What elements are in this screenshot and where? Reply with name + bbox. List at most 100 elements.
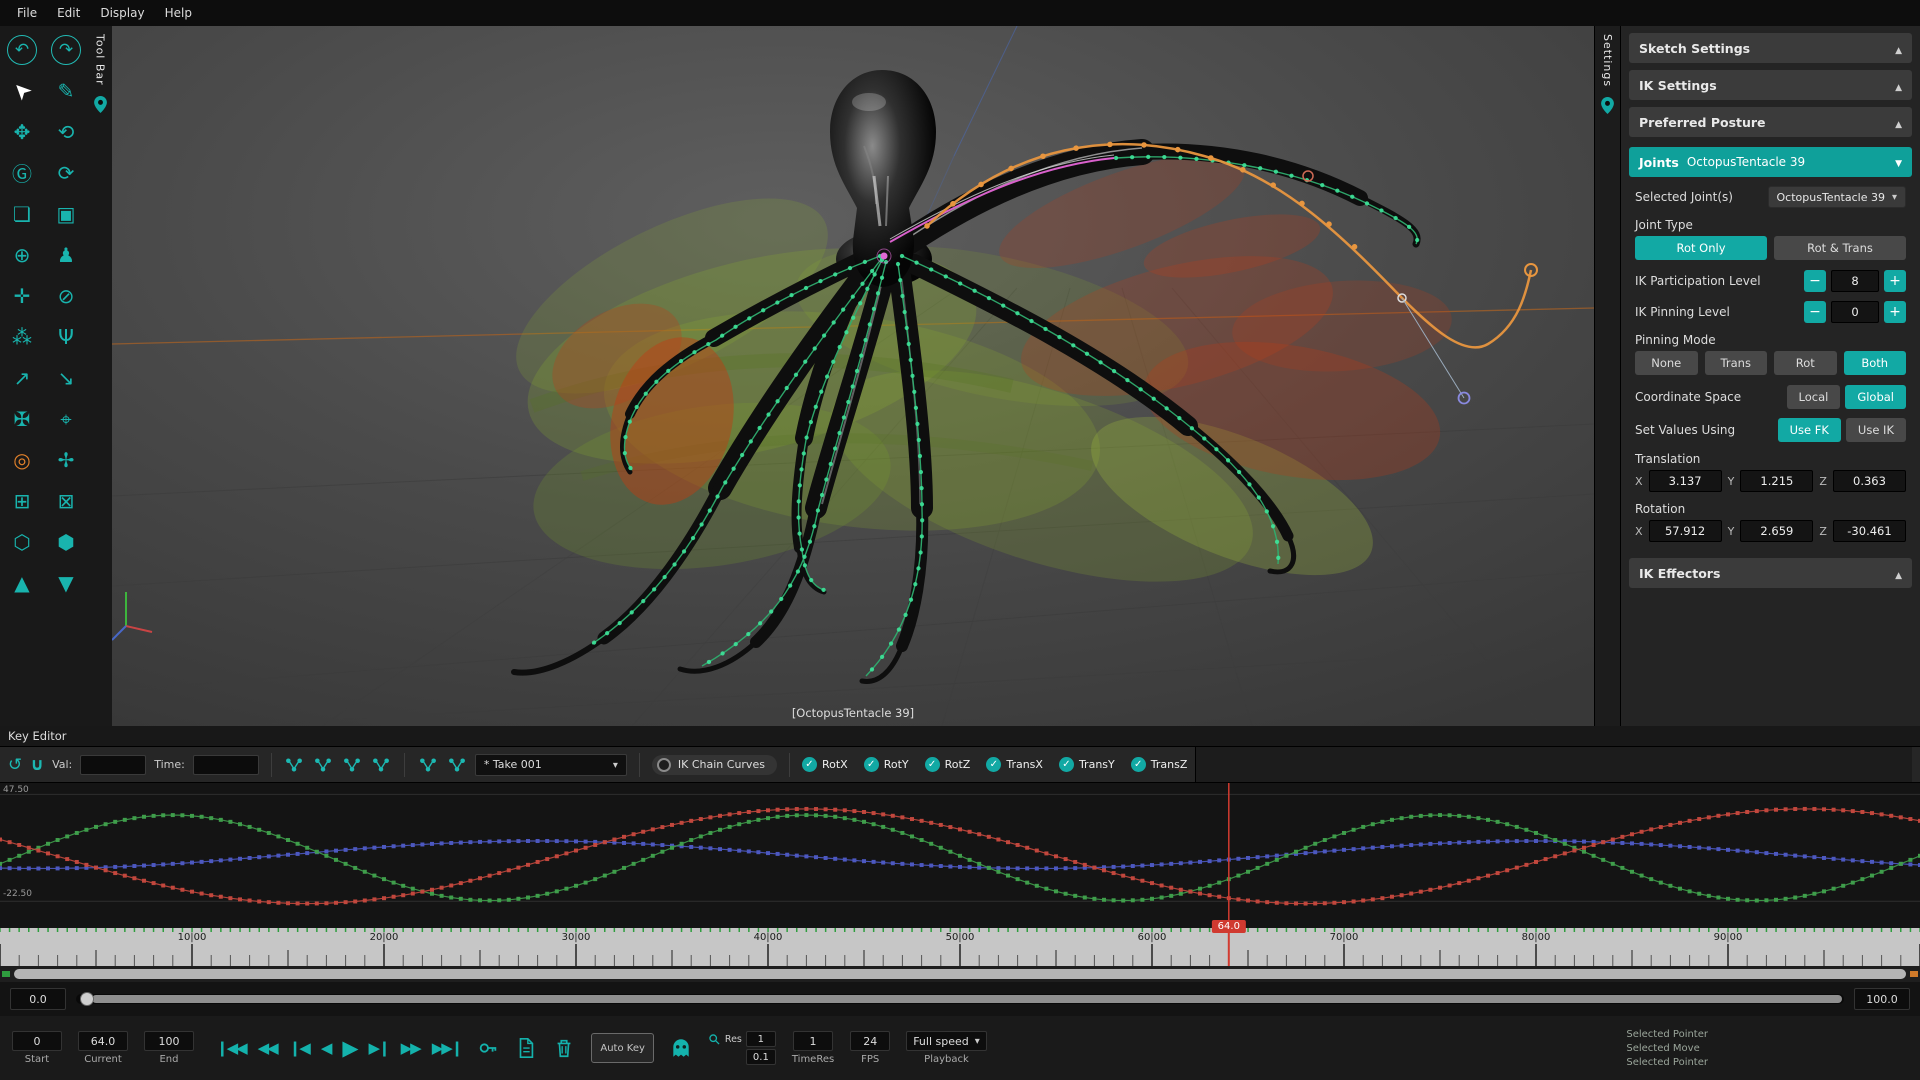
pin-joint-tool[interactable]: ✠ [0,398,44,439]
range-min-field[interactable]: 0.0 [10,988,66,1010]
settings-pin-icon[interactable] [1601,97,1614,114]
translation-y-field[interactable]: 1.215 [1740,470,1813,492]
fork-joints-tool[interactable]: Ψ [44,316,88,357]
scale-tool[interactable]: ⊕ [0,234,44,275]
ik-rotate-tool[interactable]: ⟲ [44,111,88,152]
coordinate-local-button[interactable]: Local [1787,385,1841,409]
next-frame-button[interactable]: ▶❙ [369,1039,389,1057]
rewind-button[interactable]: ◀◀ [258,1039,277,1057]
delete-key-icon[interactable] [313,756,333,773]
rotation-x-field[interactable]: 57.912 [1649,520,1722,542]
fps-field[interactable]: 24 [850,1031,890,1051]
joints-dropdown[interactable]: Joints OctopusTentacle 39 [1629,147,1912,177]
link-key-icon[interactable] [447,756,467,773]
select-tool[interactable]: ➤ [0,70,44,111]
timeline-ruler[interactable]: 10|0020|0030|0040|0050|0060|0070|0080|00… [0,928,1920,966]
timeline-scrollbar[interactable] [0,966,1920,982]
redo-tool[interactable]: ↷ [44,29,88,70]
toolbar-pin-icon[interactable] [94,96,107,113]
menu-help[interactable]: Help [156,3,201,23]
val-input[interactable] [80,755,146,775]
hexagon-outline-tool[interactable]: ⬡ [0,521,44,562]
resolution-zoom-icon[interactable] [708,1033,721,1046]
set-key-icon[interactable] [284,756,304,773]
ik-participation-value[interactable]: 8 [1831,270,1879,292]
prev-frame-button[interactable]: ❙◀ [289,1039,309,1057]
character-tool[interactable]: ♟ [44,234,88,275]
menu-edit[interactable]: Edit [48,3,89,23]
move-up-tool[interactable]: ▲ [0,562,44,603]
ik-chain-curves-toggle[interactable]: IK Chain Curves [652,755,777,775]
channel-roty[interactable]: RotY [864,757,909,772]
ik-translate-tool[interactable]: ✥ [0,111,44,152]
channel-transx[interactable]: TransX [986,757,1043,772]
frame-selection-tool[interactable]: ❏ [0,193,44,234]
run-pose-tool[interactable]: ↗ [0,357,44,398]
playback-speed-dropdown[interactable]: Full speed [906,1031,987,1051]
orbit-tool[interactable]: Ⓖ [0,152,44,193]
ik-box-tool[interactable]: ▣ [44,193,88,234]
joint-type-rot-only-button[interactable]: Rot Only [1635,236,1767,260]
ik-participation-minus-button[interactable]: − [1804,270,1826,292]
add-box-tool[interactable]: ⊞ [0,480,44,521]
ik-pinning-plus-button[interactable]: + [1884,301,1906,323]
rotation-z-field[interactable]: -30.461 [1833,520,1906,542]
magnet-snap-icon[interactable]: ∪ [30,755,44,775]
go-to-start-button[interactable]: ❙◀◀ [216,1039,246,1057]
hexagon-filled-tool[interactable]: ⬢ [44,521,88,562]
disable-tool[interactable]: ⊘ [44,275,88,316]
pushpin-tool[interactable]: ✢ [44,439,88,480]
coordinate-global-button[interactable]: Global [1845,385,1906,409]
pinning-none-button[interactable]: None [1635,351,1698,375]
reset-keys-icon[interactable]: ↺ [8,755,22,775]
selected-joint-dropdown[interactable]: OctopusTentacle 39 [1768,186,1906,208]
record-tool[interactable]: ◎ [0,439,44,480]
range-knob[interactable] [80,992,94,1006]
jump-pose-tool[interactable]: ↘ [44,357,88,398]
current-frame-field[interactable]: 64.0 [78,1031,128,1051]
res-sub-field[interactable]: 0.1 [746,1049,776,1065]
skeleton-tool[interactable]: ⌖ [44,398,88,439]
use-ik-button[interactable]: Use IK [1846,418,1906,442]
pinning-both-button[interactable]: Both [1844,351,1907,375]
nodes-tool[interactable]: ⁂ [0,316,44,357]
rotation-y-field[interactable]: 2.659 [1740,520,1813,542]
key-document-icon[interactable] [515,1037,537,1059]
ik-participation-plus-button[interactable]: + [1884,270,1906,292]
end-frame-field[interactable]: 100 [144,1031,194,1051]
channel-transy[interactable]: TransY [1059,757,1115,772]
channel-rotx[interactable]: RotX [802,757,848,772]
channel-rotz[interactable]: RotZ [925,757,971,772]
timeres-field[interactable]: 1 [793,1031,833,1051]
menu-display[interactable]: Display [91,3,153,23]
section-sketch-settings[interactable]: Sketch Settings [1629,33,1912,63]
viewport-canvas[interactable] [112,26,1594,726]
range-slider[interactable] [76,994,1844,1004]
res-field[interactable]: 1 [746,1031,776,1047]
play-button[interactable]: ▶ [342,1036,356,1060]
channel-transz[interactable]: TransZ [1131,757,1188,772]
section-preferred-posture[interactable]: Preferred Posture [1629,107,1912,137]
set-key-icon[interactable] [477,1037,499,1059]
delete-keys-icon[interactable] [553,1037,575,1059]
take-dropdown[interactable]: * Take 001 [475,754,627,776]
translation-z-field[interactable]: 0.363 [1833,470,1906,492]
undo-tool[interactable]: ↶ [0,29,44,70]
fast-forward-button[interactable]: ▶▶ [401,1039,420,1057]
move-down-tool[interactable]: ▼ [44,562,88,603]
time-input[interactable] [193,755,259,775]
range-max-field[interactable]: 100.0 [1854,988,1910,1010]
menu-file[interactable]: File [8,3,46,23]
section-ik-effectors[interactable]: IK Effectors [1629,558,1912,588]
viewport-3d[interactable]: [OctopusTentacle 39] [112,26,1594,726]
curve-editor[interactable]: 47.50 -22.50 [0,782,1920,928]
ik-pinning-minus-button[interactable]: − [1804,301,1826,323]
joint-type-rot-trans-button[interactable]: Rot & Trans [1774,236,1906,260]
draw-sketch-tool[interactable]: ✎ [44,70,88,111]
rotate-character-tool[interactable]: ⟳ [44,152,88,193]
start-frame-field[interactable]: 0 [12,1031,62,1051]
pinning-trans-button[interactable]: Trans [1705,351,1768,375]
delete-box-tool[interactable]: ⊠ [44,480,88,521]
pinning-rot-button[interactable]: Rot [1774,351,1837,375]
ghost-mode-icon[interactable] [670,1037,692,1059]
